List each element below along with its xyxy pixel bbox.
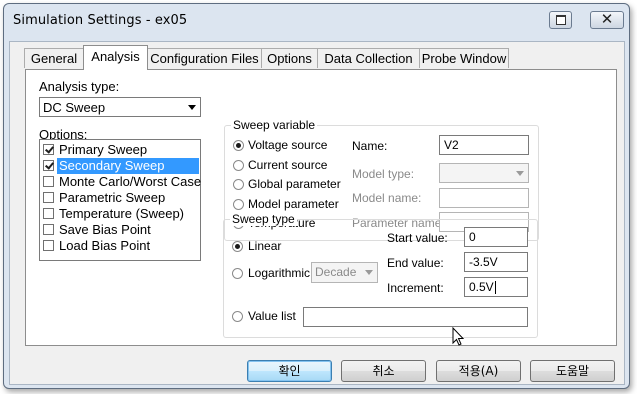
primary-sweep-checkbox[interactable] <box>43 144 54 155</box>
option-label: Monte Carlo/Worst Case <box>59 174 202 189</box>
restore-button[interactable] <box>549 11 572 29</box>
increment-value: 0.5V <box>469 280 494 294</box>
tab-configuration-files[interactable]: Configuration Files <box>147 48 262 68</box>
save-bias-point-checkbox[interactable] <box>43 224 54 235</box>
cancel-button[interactable]: 취소 <box>341 360 426 382</box>
tab-analysis[interactable]: Analysis <box>83 45 148 70</box>
text-caret <box>494 281 496 295</box>
sweep-variable-title: Sweep variable <box>231 118 318 132</box>
dropdown-arrow-icon <box>188 105 196 110</box>
option-label: Temperature (Sweep) <box>59 206 184 221</box>
end-value-label: End value: <box>387 256 444 270</box>
model-name-input[interactable] <box>439 188 529 208</box>
tab-data-collection[interactable]: Data Collection <box>317 48 420 68</box>
sweep-type-title: Sweep type <box>230 212 297 226</box>
option-save-bias-point[interactable]: Save Bias Point <box>41 222 199 238</box>
ok-button[interactable]: 확인 <box>247 360 332 382</box>
global-parameter-label[interactable]: Global parameter <box>248 177 341 191</box>
mouse-pointer-icon <box>452 327 465 346</box>
dropdown-arrow-icon <box>516 171 524 176</box>
analysis-type-value: DC Sweep <box>43 100 106 115</box>
window-title: Simulation Settings - ex05 <box>13 13 188 28</box>
log-scale-select[interactable]: Decade <box>311 262 378 283</box>
voltage-source-label[interactable]: Voltage source <box>248 138 327 152</box>
option-secondary-sweep[interactable]: Secondary Sweep <box>41 158 199 174</box>
increment-label: Increment: <box>387 281 444 295</box>
load-bias-point-checkbox[interactable] <box>43 240 54 251</box>
parametric-sweep-checkbox[interactable] <box>43 192 54 203</box>
start-value-label: Start value: <box>387 231 448 245</box>
value-list-input[interactable] <box>303 307 528 327</box>
model-name-label: Model name: <box>352 191 422 205</box>
end-value-input[interactable]: -3.5V <box>464 252 528 272</box>
dropdown-arrow-icon <box>365 270 373 275</box>
dialog-client-area: General Analysis Configuration Files Opt… <box>9 41 625 385</box>
restore-icon <box>556 15 566 25</box>
option-primary-sweep[interactable]: Primary Sweep <box>41 142 199 158</box>
start-value-input[interactable]: 0 <box>464 227 528 247</box>
option-label: Save Bias Point <box>59 222 151 237</box>
option-temperature-sweep[interactable]: Temperature (Sweep) <box>41 206 199 222</box>
analysis-type-select[interactable]: DC Sweep <box>39 97 201 117</box>
value-list-label[interactable]: Value list <box>248 309 296 323</box>
model-type-select[interactable] <box>439 163 529 183</box>
option-monte-carlo[interactable]: Monte Carlo/Worst Case <box>41 174 201 190</box>
option-label: Parametric Sweep <box>59 190 166 205</box>
name-input[interactable]: V2 <box>439 135 529 155</box>
radio-linear[interactable] <box>232 241 243 252</box>
options-list: Primary Sweep Secondary Sweep Monte Carl… <box>39 139 201 261</box>
option-label: Load Bias Point <box>59 238 151 253</box>
radio-logarithmic[interactable] <box>232 268 243 279</box>
option-parametric-sweep[interactable]: Parametric Sweep <box>41 190 199 206</box>
help-button[interactable]: 도움말 <box>530 360 615 382</box>
radio-global-parameter[interactable] <box>233 179 244 190</box>
model-type-label: Model type: <box>352 167 415 181</box>
option-label: Primary Sweep <box>59 142 148 157</box>
radio-value-list[interactable] <box>232 311 243 322</box>
name-label: Name: <box>352 139 388 153</box>
title-bar: Simulation Settings - ex05 ✕ <box>4 4 629 38</box>
radio-current-source[interactable] <box>233 160 244 171</box>
monte-carlo-checkbox[interactable] <box>43 176 54 187</box>
option-label: Secondary Sweep <box>57 158 199 174</box>
option-load-bias-point[interactable]: Load Bias Point <box>41 238 199 254</box>
linear-label[interactable]: Linear <box>248 239 281 253</box>
close-button[interactable]: ✕ <box>590 10 624 29</box>
apply-button[interactable]: 적용(A) <box>436 360 521 382</box>
temperature-sweep-checkbox[interactable] <box>43 208 54 219</box>
increment-input[interactable]: 0.5V <box>464 277 528 297</box>
logarithmic-label[interactable]: Logarithmic <box>248 266 310 280</box>
tab-general[interactable]: General <box>24 48 84 68</box>
simulation-settings-dialog: Simulation Settings - ex05 ✕ General Ana… <box>3 3 630 389</box>
secondary-sweep-checkbox[interactable] <box>43 160 54 171</box>
log-scale-value: Decade <box>315 265 357 279</box>
tab-probe-window[interactable]: Probe Window <box>419 48 509 68</box>
analysis-type-label: Analysis type: <box>39 79 120 94</box>
model-parameter-label[interactable]: Model parameter <box>248 197 339 211</box>
tab-options[interactable]: Options <box>261 48 318 68</box>
close-icon: ✕ <box>600 10 614 28</box>
current-source-label[interactable]: Current source <box>248 158 327 172</box>
radio-voltage-source[interactable] <box>233 140 244 151</box>
radio-model-parameter[interactable] <box>233 199 244 210</box>
